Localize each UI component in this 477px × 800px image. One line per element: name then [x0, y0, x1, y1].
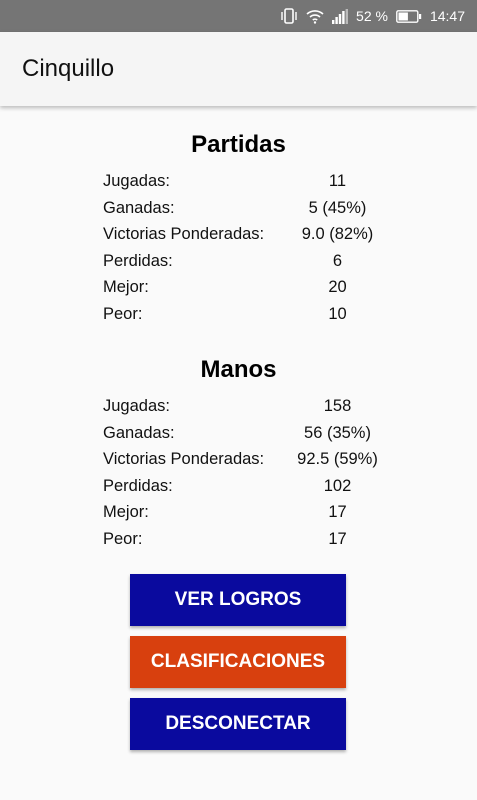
- stat-label: Victorias Ponderadas:: [103, 225, 265, 243]
- stat-value: 5 (45%): [308, 198, 367, 217]
- stat-value: 56 (35%): [304, 423, 371, 442]
- stat-label: Victorias Ponderadas:: [103, 450, 265, 468]
- signal-icon: [332, 8, 349, 24]
- stat-row: Victorias Ponderadas: 92.5 (59%): [103, 446, 403, 473]
- stat-row: Ganadas: 5 (45%): [103, 195, 403, 222]
- stat-label: Jugadas:: [103, 172, 170, 190]
- stat-value: 20: [328, 278, 347, 296]
- manos-stats: Jugadas: 158 Ganadas: 56 (35%) Victorias Pon…: [103, 393, 403, 552]
- stat-value: 17: [328, 529, 347, 548]
- stat-label: Ganadas:: [103, 198, 175, 217]
- stat-row: Perdidas: 102: [103, 473, 403, 500]
- stat-label: Perdidas:: [103, 476, 173, 495]
- stat-row: Peor: 17: [103, 526, 403, 553]
- stat-label: Peor:: [103, 304, 143, 323]
- manos-title: Manos: [200, 356, 277, 383]
- stat-label: Jugadas:: [103, 397, 170, 415]
- app-title: Cinquillo: [22, 55, 115, 82]
- wifi-icon: [306, 9, 324, 24]
- stat-label: Ganadas:: [103, 423, 175, 442]
- stat-label: Peor:: [103, 529, 143, 548]
- stat-row: Perdidas: 6: [103, 248, 403, 275]
- stat-row: Mejor: 20: [103, 274, 403, 301]
- stat-label: Perdidas:: [103, 251, 173, 270]
- stat-row: Mejor: 17: [103, 499, 403, 526]
- stat-label: Mejor:: [103, 503, 149, 521]
- app-bar: Cinquillo: [0, 32, 477, 106]
- disconnect-button[interactable]: DESCONECTAR: [130, 698, 346, 750]
- stat-value: 158: [323, 397, 352, 415]
- stat-value: 102: [323, 476, 352, 495]
- stat-row: Peor: 10: [103, 301, 403, 328]
- stat-row: Jugadas: 11: [103, 168, 403, 195]
- stat-value: 92.5 (59%): [297, 450, 378, 468]
- clock: 14:47: [429, 8, 465, 24]
- stats-content: Partidas Jugadas: 11 Ganadas: 5 (45%) Victor…: [0, 106, 477, 800]
- status-bar: 52 % 14:47: [0, 0, 477, 32]
- achievements-button[interactable]: VER LOGROS: [130, 574, 346, 626]
- stat-row: Jugadas: 158: [103, 393, 403, 420]
- battery-icon: [396, 9, 422, 23]
- stat-value: 6: [332, 251, 343, 270]
- stat-value: 10: [328, 304, 347, 323]
- stat-row: Victorias Ponderadas: 9.0 (82%): [103, 221, 403, 248]
- stat-value: 9.0 (82%): [301, 225, 374, 243]
- stat-value: 17: [328, 503, 347, 521]
- stat-value: 11: [328, 172, 347, 190]
- stat-label: Mejor:: [103, 278, 149, 296]
- stat-row: Ganadas: 56 (35%): [103, 420, 403, 447]
- rankings-button[interactable]: CLASIFICACIONES: [130, 636, 346, 688]
- vibrate-icon: [280, 8, 298, 24]
- partidas-title: Partidas: [191, 131, 286, 158]
- partidas-stats: Jugadas: 11 Ganadas: 5 (45%) Victorias Ponde…: [103, 168, 403, 327]
- battery-percent: 52 %: [356, 8, 388, 24]
